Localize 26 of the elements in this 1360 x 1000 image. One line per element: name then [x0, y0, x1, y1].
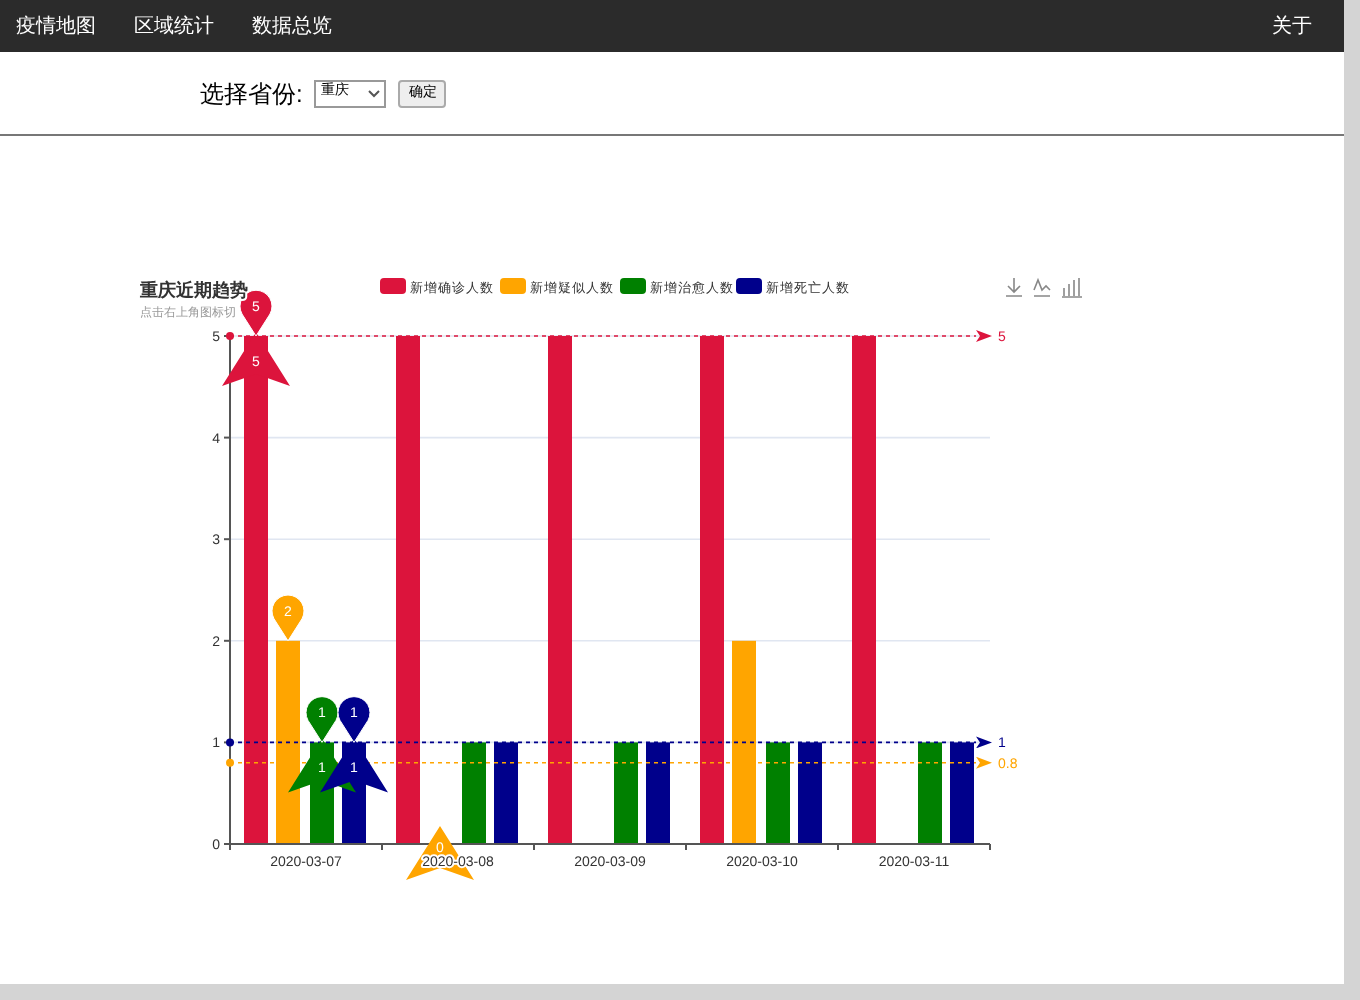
- bar: [494, 742, 518, 844]
- nav-link[interactable]: 区域统计: [134, 11, 214, 41]
- chart-title: 重庆近期趋势: [140, 280, 248, 300]
- nav-link[interactable]: 数据总览: [252, 11, 332, 41]
- nav-link[interactable]: 疫情地图: [16, 11, 96, 41]
- line-chart-icon[interactable]: [1033, 277, 1051, 297]
- download-icon[interactable]: [1005, 277, 1023, 297]
- about-link[interactable]: 关于: [1272, 11, 1312, 41]
- bar: [766, 742, 790, 844]
- max-pin: [305, 696, 339, 743]
- bar: [798, 742, 822, 844]
- line-start-dot: [226, 738, 234, 747]
- max-pin: [337, 696, 371, 743]
- vertical-scrollbar[interactable]: [1344, 0, 1360, 984]
- bar: [462, 742, 486, 844]
- line-start-dot: [226, 332, 234, 340]
- bar: [646, 742, 670, 844]
- bar: [918, 742, 942, 844]
- province-label: 选择省份:: [200, 77, 303, 111]
- bar: [950, 742, 974, 844]
- bar: [614, 742, 638, 844]
- chevron-icon: [368, 89, 381, 97]
- max-pin: [271, 594, 305, 642]
- bar-chart-icon[interactable]: [1061, 277, 1083, 298]
- horizontal-scrollbar[interactable]: [0, 984, 1360, 1000]
- line-start-dot: [226, 758, 234, 767]
